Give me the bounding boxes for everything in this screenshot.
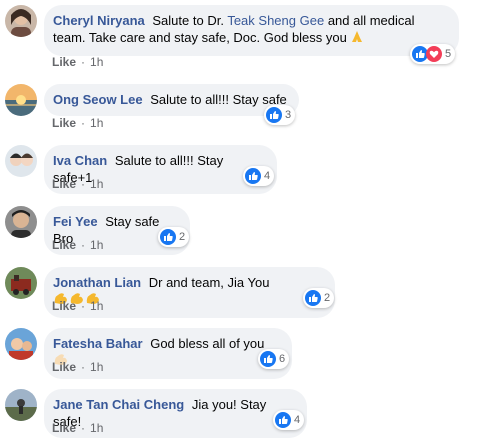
reaction-summary[interactable]: 2 <box>158 227 190 247</box>
reaction-summary[interactable]: 3 <box>264 105 296 125</box>
like-reaction-icon <box>266 107 282 123</box>
comment-author[interactable]: Fei Yee <box>53 214 98 229</box>
comment-meta: Like · 1h <box>52 360 104 374</box>
comment-author[interactable]: Cheryl Niryana <box>53 13 145 28</box>
avatar[interactable] <box>5 84 37 116</box>
comment-text: God bless all of you <box>150 336 265 351</box>
comment-meta: Like · 1h <box>52 177 104 191</box>
like-reaction-icon <box>245 168 261 184</box>
avatar[interactable] <box>5 5 37 37</box>
reaction-count: 5 <box>445 48 452 60</box>
reaction-summary[interactable]: 4 <box>243 166 275 186</box>
timestamp[interactable]: 1h <box>90 55 103 69</box>
reaction-summary[interactable]: 4 <box>273 410 305 430</box>
avatar[interactable] <box>5 206 37 238</box>
comment-meta: Like · 1h <box>52 299 104 313</box>
avatar[interactable] <box>5 389 37 421</box>
comment-author[interactable]: Fatesha Bahar <box>53 336 143 351</box>
comment-author[interactable]: Ong Seow Lee <box>53 92 143 107</box>
folded-hands-emoji <box>350 30 364 48</box>
like-link[interactable]: Like <box>52 421 76 435</box>
like-reaction-icon <box>160 229 176 245</box>
reaction-summary[interactable]: 2 <box>303 288 335 308</box>
reaction-count: 3 <box>285 109 292 121</box>
timestamp[interactable]: 1h <box>90 116 103 130</box>
love-reaction-icon <box>426 46 442 62</box>
timestamp[interactable]: 1h <box>90 421 103 435</box>
like-reaction-icon <box>305 290 321 306</box>
timestamp[interactable]: 1h <box>90 177 103 191</box>
like-link[interactable]: Like <box>52 116 76 130</box>
like-link[interactable]: Like <box>52 299 76 313</box>
reaction-count: 2 <box>179 231 186 243</box>
reaction-summary[interactable]: 6 <box>258 349 290 369</box>
reaction-count: 2 <box>324 292 331 304</box>
comment-text: Salute to all!!! Stay safe <box>150 92 287 107</box>
like-link[interactable]: Like <box>52 360 76 374</box>
comment-bubble: Ong Seow Lee Salute to all!!! Stay safe <box>44 84 299 116</box>
comment-meta: Like · 1h <box>52 116 104 130</box>
timestamp[interactable]: 1h <box>90 238 103 252</box>
mention-link[interactable]: Teak Sheng Gee <box>227 13 324 28</box>
comment-meta: Like · 1h <box>52 421 104 435</box>
timestamp[interactable]: 1h <box>90 299 103 313</box>
comment-text: Salute to Dr. <box>152 13 224 28</box>
like-link[interactable]: Like <box>52 238 76 252</box>
like-link[interactable]: Like <box>52 55 76 69</box>
comment-text: Dr and team, Jia You <box>148 275 270 290</box>
timestamp[interactable]: 1h <box>90 360 103 374</box>
like-reaction-icon <box>275 412 291 428</box>
comment-meta: Like · 1h <box>52 55 104 69</box>
reaction-summary[interactable]: 5 <box>410 44 456 64</box>
comment-author[interactable]: Iva Chan <box>53 153 107 168</box>
avatar[interactable] <box>5 267 37 299</box>
reaction-count: 6 <box>279 353 286 365</box>
reaction-count: 4 <box>264 170 271 182</box>
like-link[interactable]: Like <box>52 177 76 191</box>
comment-bubble: Cheryl Niryana Salute to Dr. Teak Sheng … <box>44 5 459 56</box>
reaction-count: 4 <box>294 414 301 426</box>
avatar[interactable] <box>5 145 37 177</box>
avatar[interactable] <box>5 328 37 360</box>
comment-meta: Like · 1h <box>52 238 104 252</box>
comment-author[interactable]: Jonathan Lian <box>53 275 141 290</box>
like-reaction-icon <box>260 351 276 367</box>
comment-author[interactable]: Jane Tan Chai Cheng <box>53 397 184 412</box>
